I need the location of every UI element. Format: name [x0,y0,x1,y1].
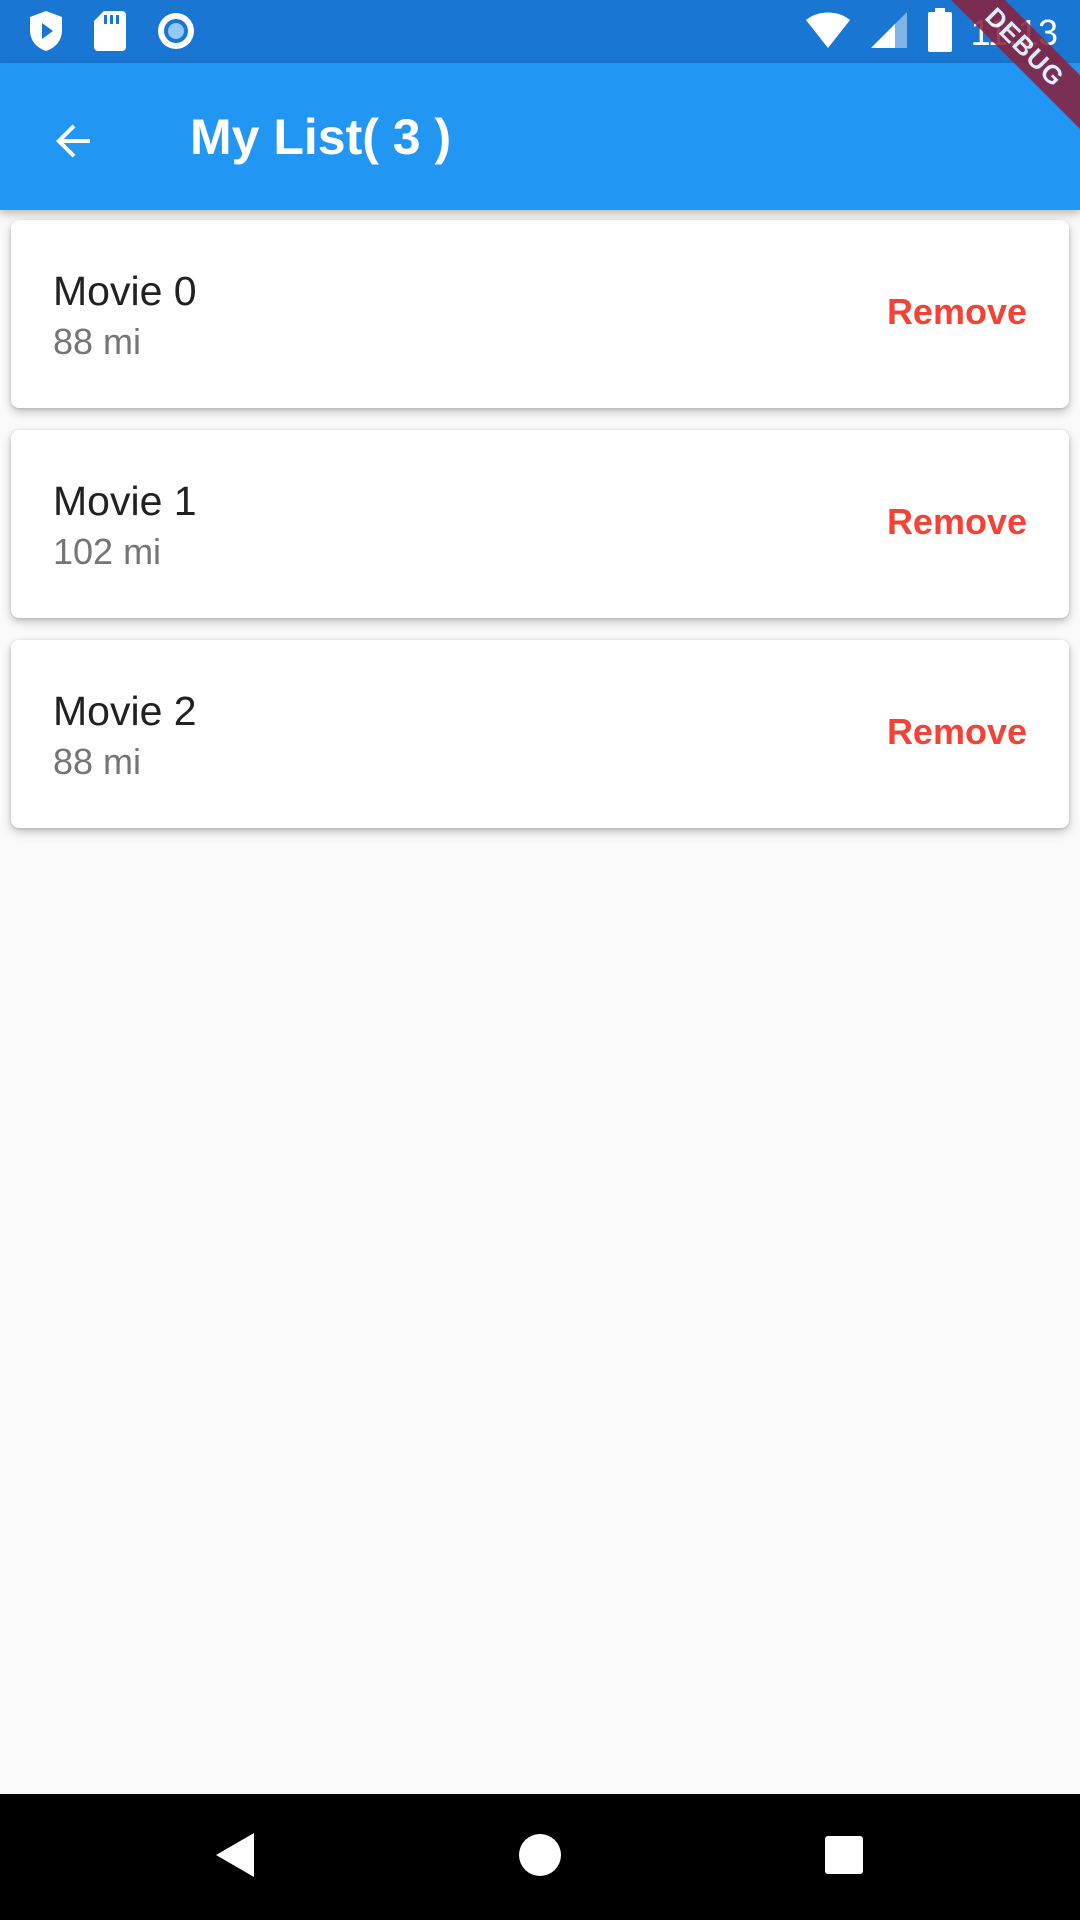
nav-home-button[interactable] [510,1827,570,1887]
list-item: Movie 0 88 mi Remove [11,220,1069,408]
remove-button[interactable]: Remove [887,500,1027,544]
item-title: Movie 0 [53,268,197,314]
signal-icon [869,10,909,55]
wifi-icon [805,10,851,55]
list-item: Movie 2 88 mi Remove [11,640,1069,828]
nav-back-button[interactable] [206,1827,266,1887]
recents-square-icon [823,1834,865,1881]
item-title: Movie 1 [53,478,197,524]
remove-button[interactable]: Remove [887,710,1027,754]
status-left-icons [28,10,196,57]
home-circle-icon [517,1832,563,1883]
movie-list: Movie 0 88 mi Remove Movie 1 102 mi Remo… [11,220,1069,850]
list-item: Movie 1 102 mi Remove [11,430,1069,618]
circle-record-icon [156,11,196,56]
arrow-back-icon [50,117,98,170]
app-bar: My List( 3 ) [0,63,1080,210]
play-protect-icon [28,10,64,57]
page-title: My List( 3 ) [190,109,452,165]
item-subtitle: 88 mi [53,741,142,782]
nav-recents-button[interactable] [814,1827,874,1887]
remove-button[interactable]: Remove [887,290,1027,334]
item-subtitle: 88 mi [53,321,142,362]
item-title: Movie 2 [53,688,197,734]
navigation-bar [0,1794,1080,1920]
battery-icon [927,8,953,57]
status-bar: 11:13 [0,0,1080,63]
item-subtitle: 102 mi [53,531,162,572]
sd-card-icon [94,11,126,56]
back-triangle-icon [214,1831,258,1884]
back-button[interactable] [34,103,114,183]
